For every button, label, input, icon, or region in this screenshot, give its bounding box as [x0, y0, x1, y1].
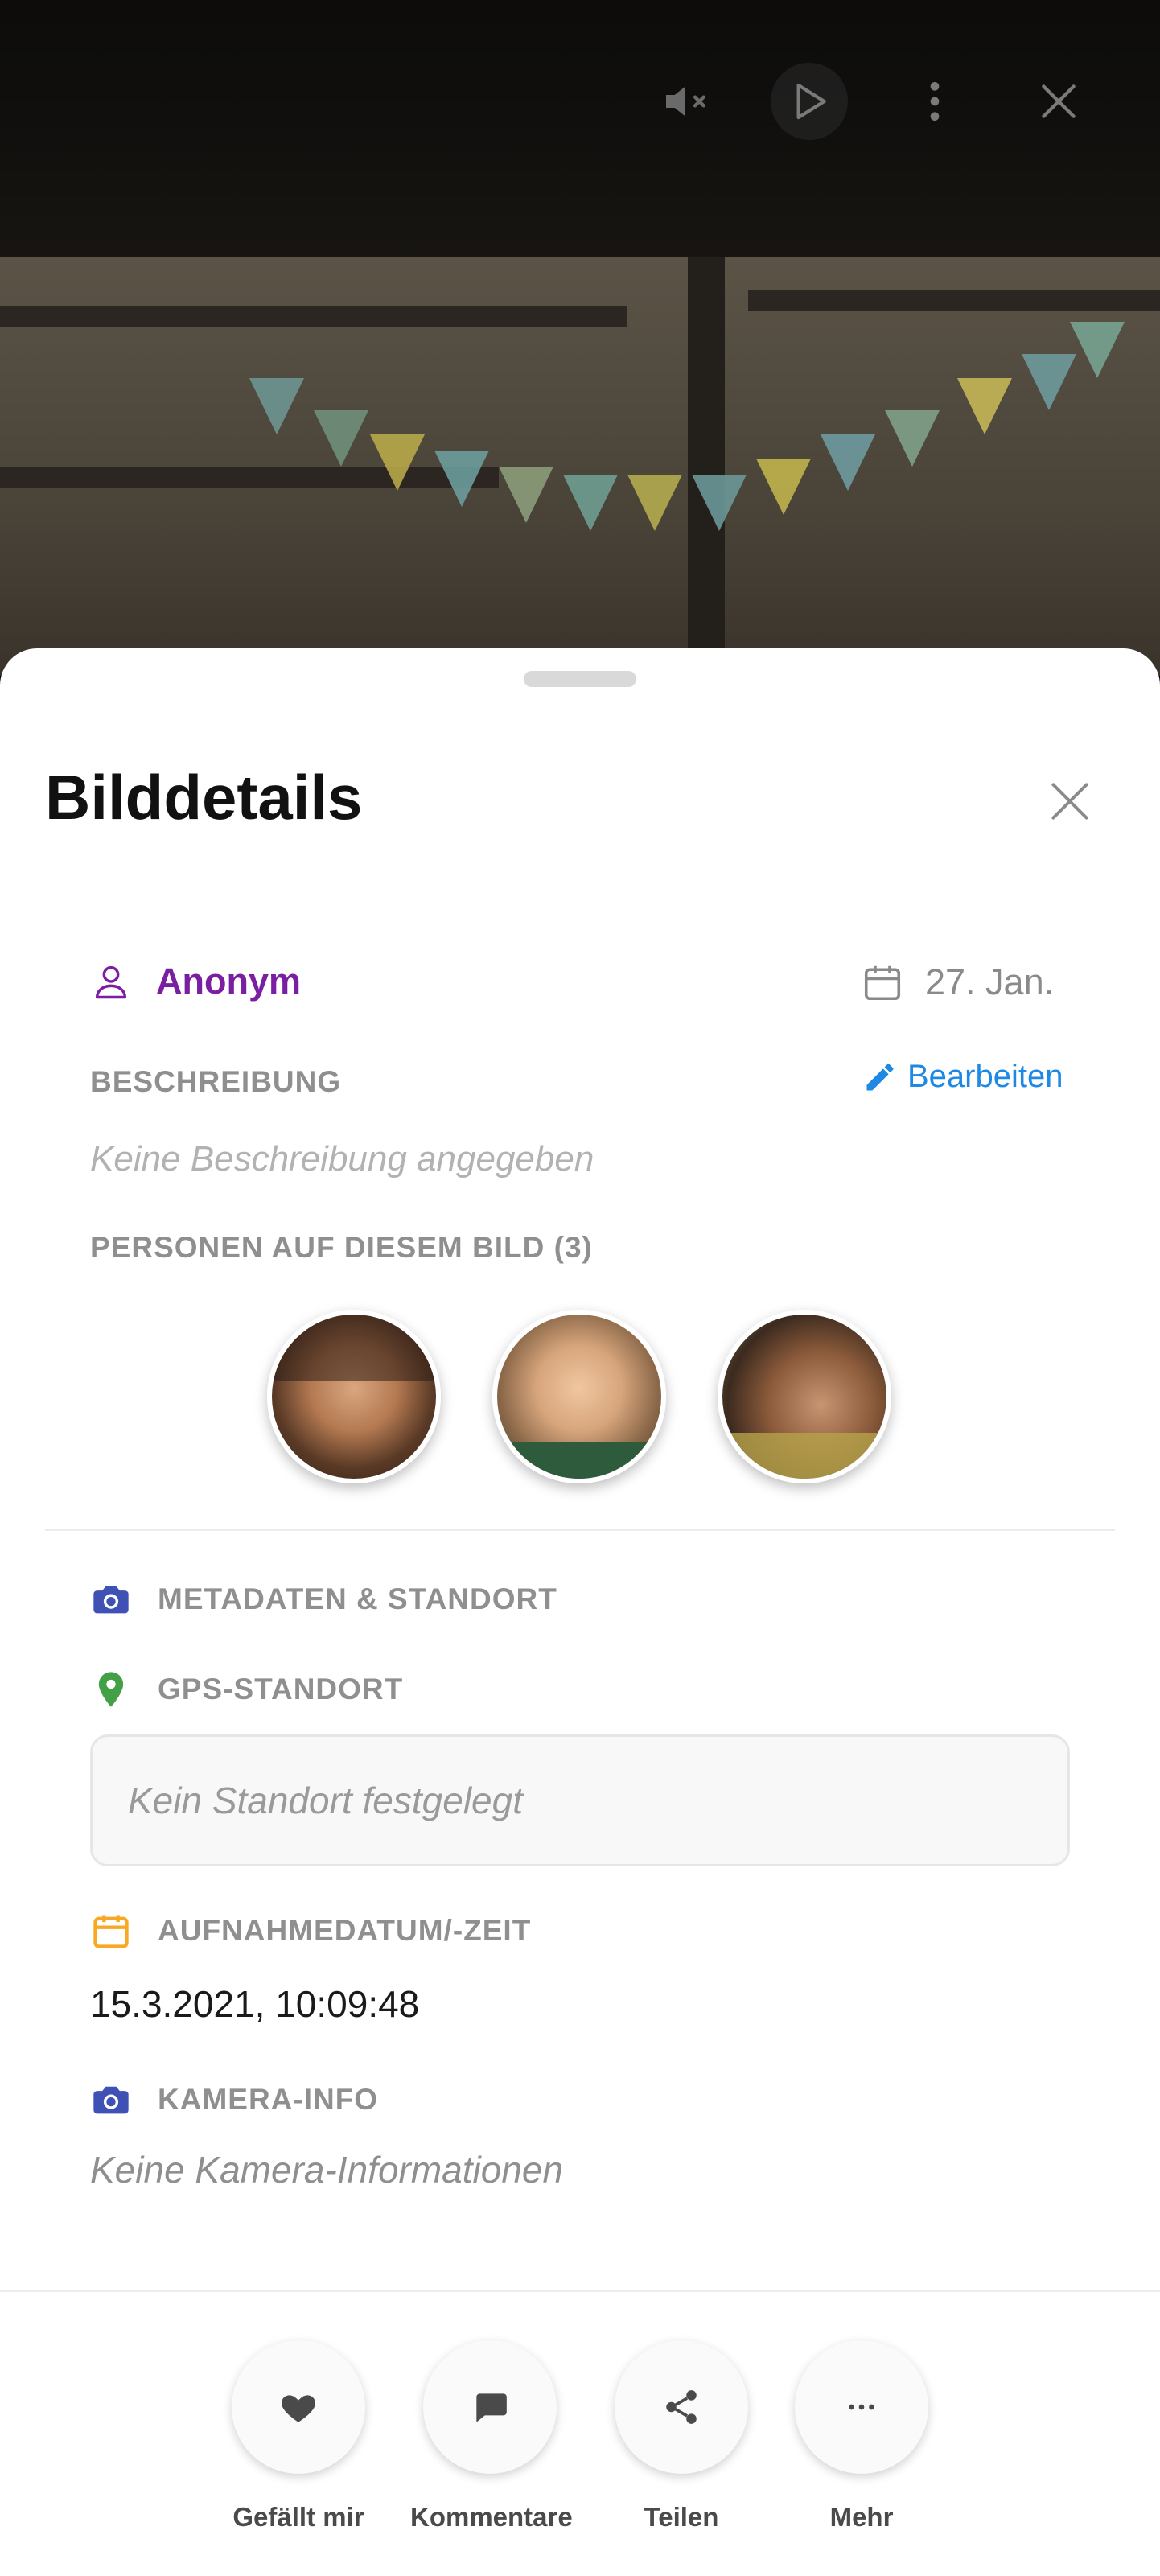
close-icon [1042, 84, 1076, 118]
section-divider [45, 1529, 1115, 1531]
metadata-header: METADATEN & STANDORT [90, 1578, 557, 1620]
avatar-clothing [497, 1442, 661, 1479]
photo-pennant [249, 378, 304, 434]
more-label[interactable]: Mehr [795, 2502, 928, 2533]
metadata-label: METADATEN & STANDORT [158, 1582, 557, 1615]
photo-shelf [0, 306, 627, 327]
person-icon [95, 965, 127, 999]
comments-label[interactable]: Kommentare [410, 2502, 573, 2533]
camera-info-row: Keine Kamera-Informationen [90, 2148, 563, 2191]
more-button[interactable] [795, 2340, 928, 2474]
camera-icon [93, 2086, 129, 2114]
person-avatar[interactable] [492, 1310, 666, 1483]
gps-header: GPS-STANDORT [90, 1669, 403, 1710]
photo-pennant [563, 475, 618, 531]
photo-pennant [370, 434, 425, 491]
capture-date-label: AUFNAHMEDATUM/-ZEIT [158, 1914, 532, 1947]
sheet-title: Bilddetails [45, 762, 363, 833]
play-icon [796, 83, 826, 120]
calendar-icon [93, 1915, 129, 1948]
share-icon [666, 2390, 697, 2424]
location-pin-icon [98, 1672, 124, 1707]
photo-pennant [499, 467, 553, 523]
like-button[interactable] [232, 2340, 365, 2474]
calendar-icon [864, 965, 901, 1001]
capture-date-header: AUFNAHMEDATUM/-ZEIT [90, 1910, 531, 1952]
description-header: BESCHREIBUNG [90, 1065, 341, 1099]
comments-button[interactable] [423, 2340, 557, 2474]
more-vertical-icon [930, 82, 940, 121]
comment-icon [476, 2393, 507, 2422]
share-button-circle[interactable] [615, 2340, 748, 2474]
capture-date-row: 15.3.2021, 10:09:48 [90, 1982, 419, 2026]
avatar-hair [272, 1315, 436, 1381]
like-label[interactable]: Gefällt mir [232, 2502, 365, 2533]
photo-pennant [692, 475, 747, 531]
more-button-circle[interactable] [795, 2340, 928, 2474]
share-label[interactable]: Teilen [615, 2502, 748, 2533]
photo-pennant [756, 459, 811, 515]
author-row[interactable]: Anonym [90, 961, 301, 1002]
action-bar [0, 2290, 1160, 2576]
heart-icon [282, 2395, 315, 2422]
capture-date-value: 15.3.2021, 10:09:48 [90, 1983, 420, 2025]
volume-mute-icon [666, 86, 705, 117]
sheet-drag-handle[interactable] [524, 671, 636, 687]
photo-shelf [748, 290, 1160, 311]
more-horizontal-icon [849, 2404, 874, 2410]
share-button[interactable] [615, 2340, 748, 2474]
comments-button-circle[interactable] [423, 2340, 557, 2474]
person-avatar[interactable] [718, 1310, 891, 1483]
more-options-button[interactable] [896, 63, 973, 140]
photo-pennant [627, 475, 682, 531]
photo-pennant [1022, 354, 1076, 410]
photo-beam [688, 257, 725, 676]
people-label: PERSONEN AUF DIESEM BILD (3) [90, 1231, 593, 1264]
close-viewer-button[interactable] [1020, 63, 1097, 140]
camera-info-header: KAMERA-INFO [90, 2079, 378, 2121]
mute-button[interactable] [647, 63, 724, 140]
date-row: 27. Jan. [861, 961, 1054, 1004]
camera-info-label: KAMERA-INFO [158, 2083, 379, 2116]
gps-location-field[interactable]: Kein Standort festgelegt [90, 1734, 1070, 1866]
avatar-clothing [722, 1432, 886, 1479]
like-button-circle[interactable] [232, 2340, 365, 2474]
photo-pennant [1070, 322, 1125, 378]
top-overlay [0, 0, 1160, 257]
play-button[interactable] [771, 63, 848, 140]
gps-location-value: Kein Standort festgelegt [128, 1780, 523, 1821]
person-avatar[interactable] [267, 1310, 441, 1483]
edit-description-button[interactable]: Bearbeiten [862, 1059, 1063, 1095]
photo-pennant [314, 410, 368, 467]
photo-background [0, 0, 1160, 676]
description-label: BESCHREIBUNG [90, 1065, 342, 1098]
people-header: PERSONEN AUF DIESEM BILD (3) [90, 1231, 593, 1265]
upload-date: 27. Jan. [925, 961, 1055, 1002]
camera-icon [93, 1586, 129, 1614]
photo-pennant [885, 410, 940, 467]
pencil-icon [866, 1063, 894, 1090]
photo-pennant [434, 451, 489, 507]
edit-label[interactable]: Bearbeiten [907, 1059, 1063, 1095]
close-sheet-button[interactable] [1038, 769, 1102, 833]
photo-pennant [821, 434, 875, 491]
author-name[interactable]: Anonym [156, 961, 301, 1002]
camera-info-value: Keine Kamera-Informationen [90, 2149, 564, 2191]
description-placeholder: Keine Beschreibung angegeben [90, 1139, 594, 1179]
close-icon [1051, 783, 1088, 820]
description-text: Keine Beschreibung angegeben [90, 1139, 594, 1179]
photo-pennant [957, 378, 1012, 434]
gps-label: GPS-STANDORT [158, 1673, 404, 1706]
